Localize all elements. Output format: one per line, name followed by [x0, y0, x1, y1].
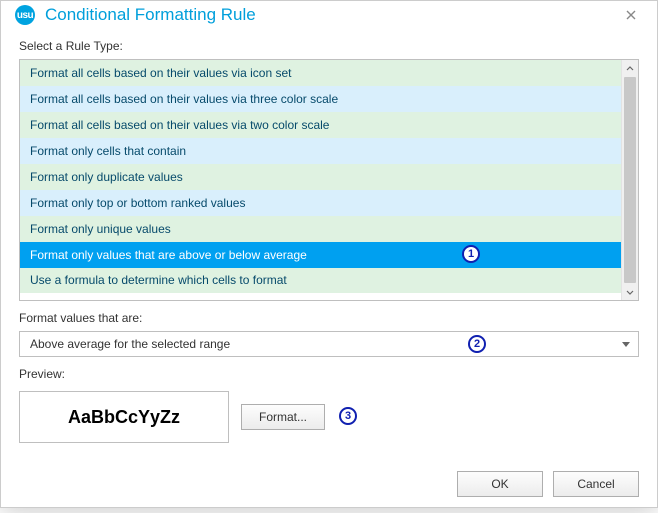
- app-icon-text: usu: [17, 10, 33, 21]
- rule-type-item[interactable]: Format only duplicate values: [20, 164, 621, 190]
- scroll-down-button[interactable]: [622, 283, 638, 300]
- close-icon: [626, 10, 636, 20]
- rule-type-item-selected[interactable]: Format only values that are above or bel…: [20, 242, 621, 268]
- select-rule-type-label: Select a Rule Type:: [19, 39, 639, 53]
- rule-type-item[interactable]: Format only top or bottom ranked values: [20, 190, 621, 216]
- criteria-dropdown[interactable]: Above average for the selected range 2: [19, 331, 639, 357]
- chevron-down-icon: [622, 342, 630, 348]
- close-button[interactable]: [615, 1, 647, 29]
- chevron-up-icon: [626, 65, 634, 73]
- titlebar: usu Conditional Formatting Rule: [1, 1, 657, 29]
- scroll-thumb[interactable]: [624, 77, 636, 283]
- callout-1: 1: [462, 245, 480, 263]
- format-values-label: Format values that are:: [19, 311, 639, 325]
- rule-list-scrollbar[interactable]: [621, 60, 638, 300]
- dialog-content: Select a Rule Type: Format all cells bas…: [1, 29, 657, 457]
- dropdown-caret: [622, 337, 630, 351]
- scroll-track[interactable]: [622, 77, 638, 283]
- scroll-up-button[interactable]: [622, 60, 638, 77]
- app-icon: usu: [15, 5, 35, 25]
- rule-type-item[interactable]: Format only cells that contain: [20, 138, 621, 164]
- rule-type-item[interactable]: Format only unique values: [20, 216, 621, 242]
- dialog-buttons: OK Cancel: [1, 457, 657, 513]
- callout-3: 3: [339, 407, 357, 425]
- preview-sample: AaBbCcYyZz: [19, 391, 229, 443]
- chevron-down-icon: [626, 288, 634, 296]
- rule-type-list[interactable]: Format all cells based on their values v…: [20, 60, 621, 300]
- dialog-title: Conditional Formatting Rule: [45, 5, 615, 25]
- rule-type-item[interactable]: Format all cells based on their values v…: [20, 112, 621, 138]
- rule-type-item[interactable]: Use a formula to determine which cells t…: [20, 268, 621, 293]
- criteria-selected-text: Above average for the selected range: [30, 337, 622, 351]
- preview-row: AaBbCcYyZz Format... 3: [19, 391, 639, 443]
- rule-type-item-label: Format only values that are above or bel…: [30, 248, 307, 262]
- rule-type-item[interactable]: Format all cells based on their values v…: [20, 60, 621, 86]
- cancel-button[interactable]: Cancel: [553, 471, 639, 497]
- format-button[interactable]: Format...: [241, 404, 325, 430]
- preview-label: Preview:: [19, 367, 639, 381]
- conditional-formatting-dialog: usu Conditional Formatting Rule Select a…: [0, 0, 658, 508]
- rule-type-item[interactable]: Format all cells based on their values v…: [20, 86, 621, 112]
- rule-type-listbox: Format all cells based on their values v…: [19, 59, 639, 301]
- ok-button[interactable]: OK: [457, 471, 543, 497]
